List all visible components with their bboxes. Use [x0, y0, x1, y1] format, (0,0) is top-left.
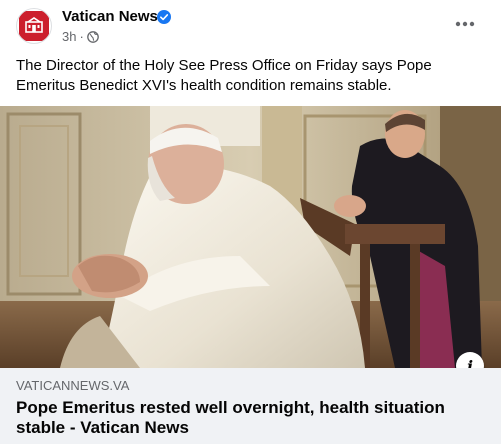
post-header: Vatican News 3h ·	[0, 0, 501, 52]
more-options-icon	[455, 21, 475, 27]
link-preview-image[interactable]	[0, 106, 501, 368]
link-title[interactable]: Pope Emeritus rested well overnight, hea…	[16, 398, 476, 438]
meta-separator: ·	[79, 29, 84, 44]
verified-badge-icon	[157, 10, 171, 24]
link-preview[interactable]: VATICANNEWS.VA Pope Emeritus rested well…	[0, 368, 501, 444]
post-timestamp-link[interactable]: 3h	[62, 29, 76, 45]
photo-illustration	[0, 106, 501, 368]
facebook-post: Vatican News 3h · The Director of the Ho…	[0, 0, 501, 444]
vatican-news-logo	[19, 11, 49, 41]
link-domain: VATICANNEWS.VA	[16, 378, 130, 393]
page-avatar[interactable]	[16, 8, 52, 44]
globe-icon[interactable]	[86, 31, 99, 43]
page-name-link[interactable]: Vatican News	[62, 8, 158, 26]
more-options-button[interactable]	[448, 10, 482, 38]
post-text: The Director of the Holy See Press Offic…	[16, 57, 432, 94]
post-meta: 3h ·	[62, 29, 99, 45]
